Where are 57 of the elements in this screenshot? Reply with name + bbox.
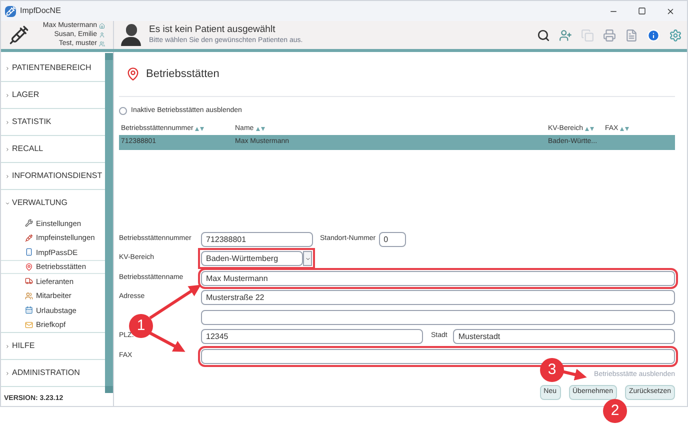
sidebar-section[interactable]: RECALL	[1, 136, 105, 162]
search-icon[interactable]	[537, 28, 550, 42]
sidebar-section[interactable]: ADMINISTRATION	[1, 360, 105, 386]
caret-icon	[303, 251, 312, 266]
sidebar-section[interactable]: PATIENTENBEREICH	[1, 55, 105, 81]
sidebar-mail-icon	[25, 320, 33, 329]
checkbox[interactable]	[119, 107, 127, 115]
input-field[interactable]: 12345	[201, 329, 423, 344]
chevron-right-icon	[5, 344, 10, 348]
sidebar-truck-icon	[25, 277, 33, 286]
pin-icon	[126, 67, 140, 81]
sidebar-pin-icon	[25, 262, 33, 271]
sort-icon[interactable]	[195, 127, 204, 131]
avatar-silhouette-icon	[121, 24, 141, 46]
sidebar-section[interactable]: INFORMATIONSDIENST	[1, 163, 105, 189]
maximize-icon[interactable]	[638, 7, 646, 15]
chevron-right-icon	[5, 146, 10, 152]
window-title: ImpfDocNE	[20, 5, 61, 17]
sidebar-people-icon	[25, 292, 33, 300]
patient-title: Es ist kein Patient ausgewählt	[149, 24, 276, 36]
annotation-number: 3	[540, 358, 564, 382]
info-icon[interactable]	[647, 28, 660, 42]
close-icon[interactable]	[666, 6, 675, 16]
input-field[interactable]	[201, 310, 675, 324]
chevron-right-icon	[5, 174, 10, 178]
sort-icon[interactable]	[620, 127, 630, 131]
chevron-right-icon	[5, 120, 10, 124]
sidebar-section[interactable]: LAGER	[1, 82, 105, 108]
chevron-down-icon	[5, 200, 10, 206]
sort-icon[interactable]	[585, 127, 594, 131]
input-field[interactable]: Musterstadt	[453, 329, 675, 344]
user-icon	[99, 41, 105, 47]
page-title: Betriebsstätten	[146, 66, 220, 82]
add-person-icon[interactable]	[559, 28, 572, 42]
input-field[interactable]: 0	[378, 232, 406, 246]
chevron-right-icon	[5, 370, 10, 376]
app-icon	[5, 6, 16, 16]
input-field[interactable]: 712388801	[201, 232, 313, 246]
sidebar-section[interactable]: VERWALTUNG	[1, 190, 105, 216]
chevron-right-icon	[5, 92, 10, 98]
sidebar-phone-icon	[25, 248, 33, 256]
scrollbar[interactable]	[105, 53, 113, 393]
sidebar-tools-icon	[25, 219, 33, 228]
syringe-logo-icon	[9, 25, 29, 45]
sidebar-section[interactable]: HILFE	[1, 333, 105, 359]
annotation-number: 2	[603, 399, 627, 423]
sidebar-syringe-icon	[25, 234, 33, 242]
input-field[interactable]: Musterstraße 22	[201, 290, 675, 305]
chevron-right-icon	[5, 66, 10, 70]
user-icon	[99, 32, 105, 38]
document-icon[interactable]	[625, 28, 638, 42]
sidebar-section[interactable]: STATISTIK	[1, 109, 105, 135]
user-icon	[99, 23, 105, 29]
settings-icon[interactable]	[669, 28, 682, 42]
sort-icon[interactable]	[256, 127, 265, 131]
print-icon[interactable]	[603, 28, 616, 42]
sidebar-calendar-icon	[25, 306, 33, 314]
